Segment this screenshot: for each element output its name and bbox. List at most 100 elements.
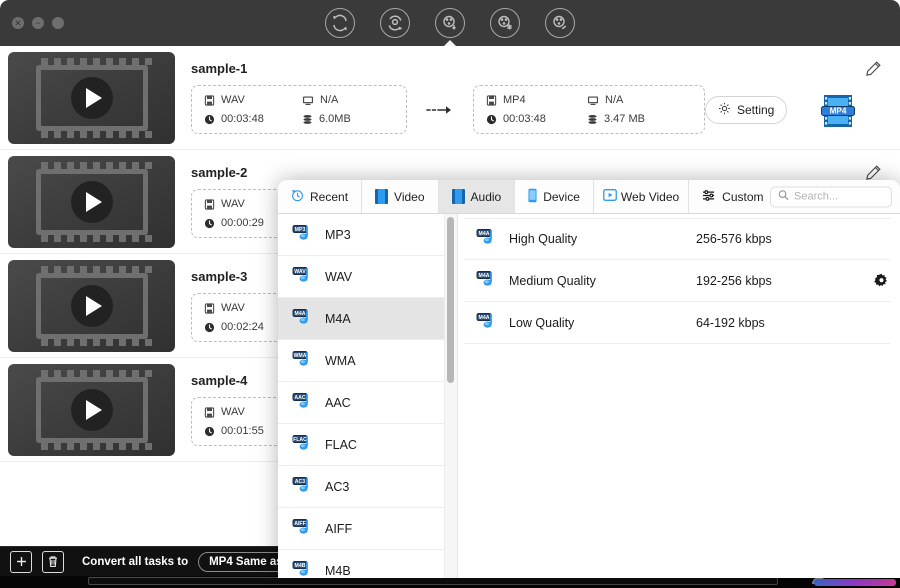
rename-pencil-icon[interactable] bbox=[865, 60, 882, 82]
minimize-button[interactable]: − bbox=[32, 17, 44, 29]
toolbar bbox=[325, 8, 575, 38]
list-item[interactable]: M4A High Quality 256-576 kbps bbox=[464, 218, 890, 260]
web-video-icon bbox=[602, 188, 617, 205]
audio-format-icon: FLAC bbox=[290, 434, 314, 456]
file-thumbnail[interactable] bbox=[8, 155, 175, 248]
format-label: AIFF bbox=[325, 521, 353, 536]
quality-bitrate: 256-576 kbps bbox=[696, 232, 772, 246]
format-label: AAC bbox=[325, 395, 351, 410]
search-icon bbox=[778, 190, 789, 204]
list-item[interactable]: AC3 AC3 bbox=[278, 466, 457, 508]
tab-device[interactable]: Device bbox=[515, 180, 594, 213]
tab-label: Recent bbox=[310, 189, 349, 204]
format-list-scrollbar[interactable] bbox=[447, 217, 454, 383]
device-icon bbox=[528, 188, 537, 206]
video-icon bbox=[375, 189, 389, 204]
list-item[interactable]: AAC AAC bbox=[278, 382, 457, 424]
merge-icon[interactable] bbox=[490, 8, 520, 38]
file-thumbnail[interactable] bbox=[8, 259, 175, 352]
tab-video[interactable]: Video bbox=[362, 180, 439, 213]
dock-gradient-icon bbox=[814, 579, 896, 586]
list-item[interactable]: WMA WMA bbox=[278, 340, 457, 382]
format-list-scroll-track[interactable] bbox=[444, 214, 457, 578]
format-label: M4B bbox=[325, 563, 351, 578]
svg-text:M4A: M4A bbox=[479, 273, 490, 279]
file-info: sample-1 WAV N/A 00:03:48 6.0MB MP4 N/A … bbox=[191, 61, 900, 134]
file-thumbnail[interactable] bbox=[8, 363, 175, 456]
tab-web-video[interactable]: Web Video bbox=[593, 180, 690, 213]
dock-window-preview bbox=[88, 577, 778, 585]
tab-recent[interactable]: Recent bbox=[278, 180, 363, 213]
traffic-lights: ✕ − bbox=[12, 17, 64, 29]
trash-icon[interactable] bbox=[42, 550, 64, 573]
setting-button[interactable]: Setting bbox=[705, 95, 788, 124]
audio-format-icon: M4A bbox=[474, 312, 498, 334]
tab-label: Device bbox=[543, 189, 580, 204]
audio-format-icon: WAV bbox=[290, 266, 314, 288]
source-info-chip: WAV N/A 00:03:48 6.0MB bbox=[191, 85, 407, 134]
setting-label: Setting bbox=[737, 102, 775, 117]
list-item[interactable]: M4A Medium Quality 192-256 kbps bbox=[464, 260, 890, 302]
film-reel-icon bbox=[35, 161, 153, 242]
audio-format-icon: WMA bbox=[290, 350, 314, 372]
compress-icon[interactable] bbox=[380, 8, 410, 38]
edit-video-icon[interactable] bbox=[545, 8, 575, 38]
file-name: sample-1 bbox=[191, 61, 248, 76]
svg-text:AC3: AC3 bbox=[295, 479, 305, 485]
file-name: sample-2 bbox=[191, 165, 248, 180]
title-bar: ✕ − bbox=[0, 0, 900, 47]
quality-bitrate: 192-256 kbps bbox=[696, 273, 772, 288]
target-format: MP4 bbox=[486, 94, 581, 106]
list-item-selected[interactable]: M4A M4A bbox=[278, 298, 457, 340]
output-format-badge[interactable]: MP4 bbox=[821, 93, 856, 127]
file-thumbnail[interactable] bbox=[8, 51, 175, 144]
list-item[interactable]: M4B M4B bbox=[278, 550, 457, 578]
source-duration: 00:03:48 bbox=[204, 113, 296, 125]
list-item[interactable]: FLAC FLAC bbox=[278, 424, 457, 466]
maximize-button[interactable] bbox=[52, 17, 64, 29]
list-item[interactable]: M4A Low Quality 64-192 kbps bbox=[464, 302, 890, 344]
tab-audio[interactable]: Audio bbox=[438, 180, 516, 213]
svg-text:AIFF: AIFF bbox=[294, 521, 306, 527]
svg-text:WMA: WMA bbox=[294, 353, 307, 359]
source-format: WAV bbox=[204, 94, 296, 106]
target-size: 3.47 MB bbox=[587, 113, 692, 125]
format-label: WAV bbox=[325, 269, 353, 284]
format-label: WMA bbox=[325, 353, 356, 368]
audio-format-icon: AC3 bbox=[290, 476, 314, 498]
film-reel-icon bbox=[35, 369, 153, 450]
svg-text:M4A: M4A bbox=[479, 231, 490, 237]
list-item[interactable]: WAV WAV bbox=[278, 256, 457, 298]
format-list: MP3 MP3 WAV WAV M4A M4A WMA WMA AAC AAC FLAC F… bbox=[278, 214, 458, 578]
close-button[interactable]: ✕ bbox=[12, 17, 24, 29]
source-size: 6.0MB bbox=[302, 113, 394, 125]
download-icon[interactable] bbox=[435, 8, 465, 38]
svg-text:M4A: M4A bbox=[295, 311, 306, 317]
convert-icon[interactable] bbox=[325, 8, 355, 38]
audio-format-icon: M4A bbox=[290, 308, 314, 330]
plus-icon[interactable] bbox=[10, 550, 32, 573]
audio-format-icon: M4A bbox=[474, 228, 498, 250]
film-reel-icon bbox=[35, 265, 153, 346]
convert-all-label: Convert all tasks to bbox=[82, 555, 189, 568]
quality-list: M4A High Quality 256-576 kbps M4A Medium… bbox=[458, 214, 900, 578]
quality-settings-gear-icon[interactable] bbox=[872, 273, 890, 288]
svg-text:M4B: M4B bbox=[295, 563, 306, 569]
film-reel-icon bbox=[35, 57, 153, 138]
quality-name: Medium Quality bbox=[509, 273, 596, 288]
tab-custom[interactable]: Custom bbox=[689, 180, 777, 213]
table-row[interactable]: sample-1 WAV N/A 00:03:48 6.0MB MP4 N/A … bbox=[0, 46, 900, 150]
target-duration: 00:03:48 bbox=[486, 113, 581, 125]
audio-format-icon: AAC bbox=[290, 392, 314, 414]
svg-text:MP4: MP4 bbox=[830, 106, 847, 115]
search-input[interactable]: Search... bbox=[770, 186, 892, 207]
audio-format-icon: MP3 bbox=[290, 224, 314, 246]
audio-format-icon: AIFF bbox=[290, 518, 314, 540]
search-placeholder: Search... bbox=[794, 190, 839, 203]
svg-text:FLAC: FLAC bbox=[293, 437, 307, 443]
tab-label: Audio bbox=[470, 189, 502, 204]
list-item[interactable]: AIFF AIFF bbox=[278, 508, 457, 550]
source-resolution: N/A bbox=[302, 94, 394, 106]
tab-label: Web Video bbox=[620, 189, 680, 204]
list-item[interactable]: MP3 MP3 bbox=[278, 214, 457, 256]
